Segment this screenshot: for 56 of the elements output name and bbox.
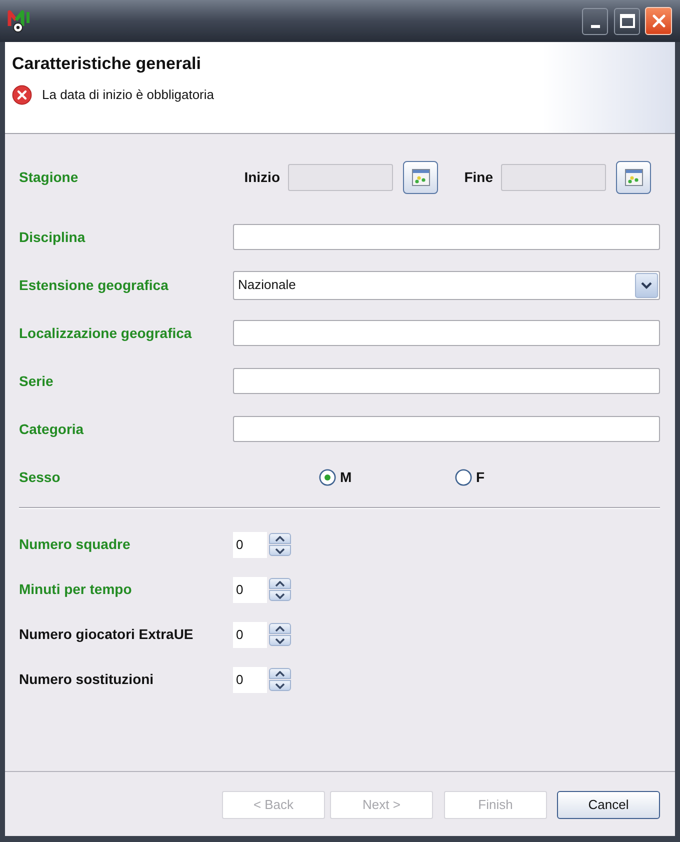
spin-up-button[interactable] <box>269 668 291 679</box>
maximize-icon <box>620 14 634 28</box>
field-label: Fine <box>464 168 493 186</box>
maximize-button[interactable] <box>614 8 640 34</box>
close-icon <box>652 14 666 28</box>
minimize-button[interactable] <box>582 8 608 34</box>
chevron-up-icon <box>275 670 285 676</box>
chevron-up-icon <box>275 580 285 586</box>
field-label: Numero squadre <box>19 536 130 553</box>
calendar-icon <box>412 168 430 186</box>
field-label: Localizzazione geografica <box>19 324 192 342</box>
chevron-down-icon <box>275 638 285 644</box>
spin-down-button[interactable] <box>269 680 291 691</box>
spin-down-button[interactable] <box>269 635 291 646</box>
text-field[interactable] <box>233 320 660 346</box>
radio-option[interactable]: F <box>455 468 485 486</box>
chevron-down-icon <box>275 682 285 688</box>
close-button[interactable] <box>645 7 672 35</box>
text-field[interactable] <box>233 224 660 250</box>
error-icon <box>12 85 32 105</box>
field-label: Minuti per tempo <box>19 581 132 598</box>
field-label: Sesso <box>19 468 60 486</box>
spinner-field[interactable]: 0 <box>233 622 267 648</box>
spinner-field[interactable]: 0 <box>233 532 267 558</box>
spinner-field[interactable]: 0 <box>233 576 267 602</box>
calendar-button[interactable] <box>616 160 651 194</box>
text-field[interactable] <box>233 416 660 442</box>
wizard-button[interactable]: Cancel <box>557 791 660 819</box>
calendar-icon <box>624 168 642 186</box>
field-label: Numero giocatori ExtraUE <box>19 626 194 643</box>
chevron-up-icon <box>275 626 285 632</box>
calendar-button[interactable] <box>403 160 438 194</box>
app-icon <box>7 9 31 33</box>
spin-down-button[interactable] <box>269 590 291 601</box>
dropdown-field[interactable]: Nazionale <box>233 270 660 300</box>
error-message: La data di inizio è obbligatoria <box>42 87 214 103</box>
field-label: Serie <box>19 372 54 390</box>
chevron-down-icon <box>275 592 285 598</box>
chevron-down-icon <box>275 548 285 554</box>
spin-up-button[interactable] <box>269 578 291 589</box>
chevron-up-icon <box>275 536 285 542</box>
spin-up-button[interactable] <box>269 623 291 634</box>
field-label: Inizio <box>244 168 280 186</box>
field-label: Categoria <box>19 420 84 438</box>
field-label: Estensione geografica <box>19 276 168 294</box>
radio-option[interactable]: M <box>319 468 352 486</box>
field-label: Stagione <box>19 168 78 186</box>
spin-up-button[interactable] <box>269 533 291 544</box>
spinner-field[interactable]: 0 <box>233 666 267 692</box>
text-field[interactable] <box>233 368 660 394</box>
field-label: Numero sostituzioni <box>19 671 154 688</box>
minimize-icon <box>590 24 600 28</box>
dialog-title: Caratteristiche generali <box>12 53 201 75</box>
field-label: Disciplina <box>19 228 86 246</box>
spin-down-button[interactable] <box>269 545 291 556</box>
chevron-down-icon[interactable] <box>635 272 658 298</box>
